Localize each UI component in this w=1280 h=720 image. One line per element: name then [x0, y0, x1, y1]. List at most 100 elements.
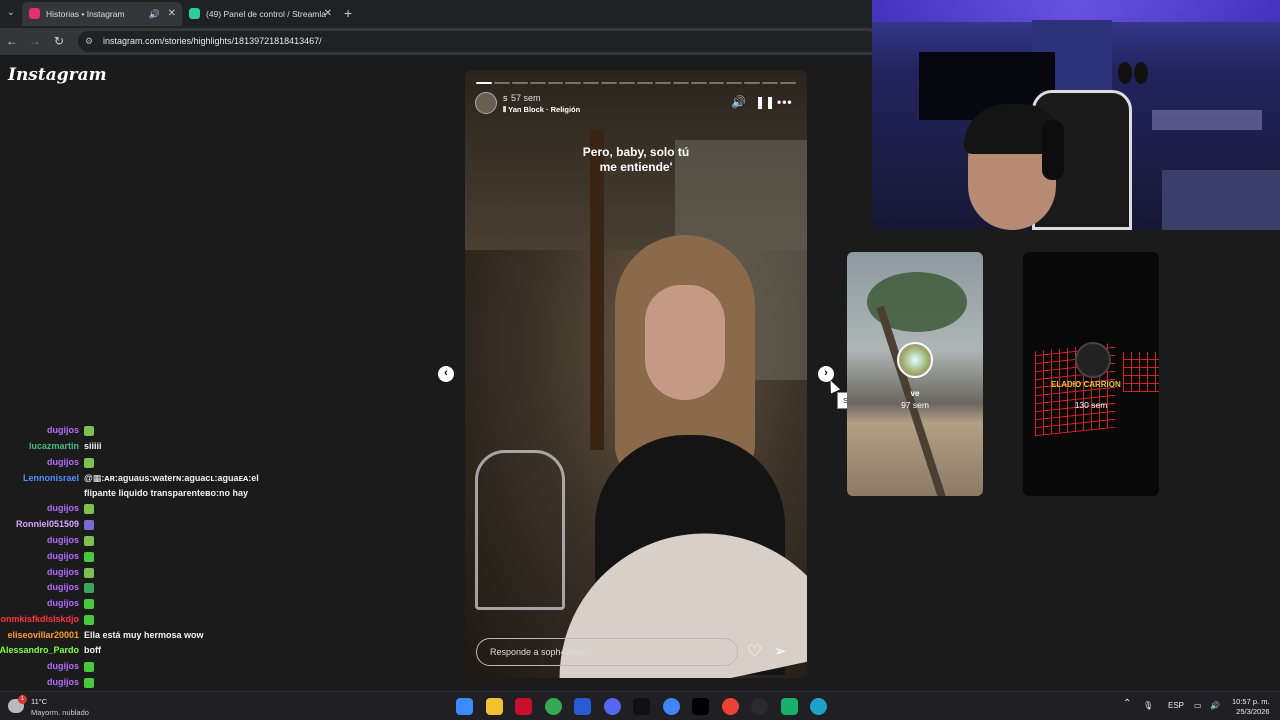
- chrome-3-icon[interactable]: [721, 698, 739, 715]
- chat-text: @▦:ᴀʀ:aguaus:waterɴ:aguacʟ:aguaᴇᴀ:el: [84, 472, 259, 484]
- chat-username[interactable]: dugijos: [47, 660, 79, 672]
- site-settings-icon[interactable]: ⚙: [85, 36, 93, 47]
- caption-line-2: me entiende': [599, 160, 673, 174]
- chat-emote-icon: [84, 535, 94, 546]
- forward-arrow-icon[interactable]: →: [27, 33, 43, 49]
- previous-story-chevron-icon[interactable]: ‹: [438, 366, 454, 382]
- chat-text: [84, 581, 94, 593]
- progress-segment: [476, 82, 492, 84]
- chat-text: Ella está muy hermosa wow: [84, 629, 204, 641]
- chat-username[interactable]: Lennonisrael: [23, 472, 79, 484]
- progress-segment: [637, 82, 653, 84]
- chat-message-text: Ella está muy hermosa wow: [84, 630, 204, 640]
- progress-segment: [690, 82, 707, 84]
- speaker-icon[interactable]: 🔊: [149, 2, 160, 26]
- pause-icon[interactable]: ❚❚: [755, 95, 775, 109]
- volume-icon[interactable]: 🔊: [731, 95, 746, 109]
- chat-username[interactable]: onmkisfkdlslskdjo: [0, 613, 79, 625]
- progress-segment: [762, 82, 779, 84]
- send-icon[interactable]: ➢: [774, 642, 787, 660]
- volume-tray-icon[interactable]: 🔊: [1210, 701, 1220, 710]
- more-options-icon[interactable]: •••: [777, 95, 793, 109]
- weather-description[interactable]: Mayorm. nublado: [31, 708, 89, 717]
- chat-message-text: siiiii: [84, 441, 102, 451]
- progress-segment: [780, 82, 797, 84]
- chat-text: boff: [84, 644, 101, 656]
- chat-username[interactable]: dugijos: [47, 456, 79, 468]
- preview-avatar: [897, 342, 933, 378]
- chat-username[interactable]: dugijos: [47, 581, 79, 593]
- chat-message-text: boff: [84, 645, 101, 655]
- chat-username[interactable]: dugijos: [47, 566, 79, 578]
- new-tab-button[interactable]: +: [344, 4, 352, 22]
- chat-emote-icon: [84, 519, 94, 530]
- acrobat-icon[interactable]: [515, 698, 532, 715]
- system-clock[interactable]: 10:57 p. m. 25/3/2026: [1232, 697, 1270, 717]
- instagram-logo[interactable]: Instagram: [8, 65, 107, 85]
- chat-username[interactable]: lucazmartin: [29, 440, 79, 452]
- progress-segment: [601, 82, 618, 84]
- chrome-icon[interactable]: [544, 698, 562, 715]
- url-text: instagram.com/stories/highlights/1813972…: [103, 36, 322, 46]
- chat-username[interactable]: dugijos: [47, 550, 79, 562]
- chat-emote-icon: [84, 567, 94, 578]
- url-field[interactable]: ⚙ instagram.com/stories/highlights/18139…: [78, 31, 878, 52]
- app-blue-icon[interactable]: [574, 698, 591, 715]
- chat-text: flipante liquido transparenteʙᴏ:no hay: [84, 487, 248, 499]
- weather-temperature[interactable]: 11°C: [31, 697, 47, 706]
- capcut-icon[interactable]: [633, 698, 650, 715]
- chat-text: [84, 613, 94, 625]
- chat-username[interactable]: dugijos: [47, 502, 79, 514]
- story-music[interactable]: ⫴ Yan Block · Religión: [503, 105, 580, 115]
- tab-streamlabs[interactable]: (49) Panel de control / Streamla ✕: [182, 2, 338, 26]
- tab-search-chevron-icon[interactable]: ⌄: [2, 4, 20, 22]
- app-green-icon[interactable]: [780, 698, 798, 715]
- chat-username[interactable]: dugijos: [47, 597, 79, 609]
- tab-instagram[interactable]: Historias • Instagram 🔊 ✕: [22, 2, 182, 26]
- language-indicator[interactable]: ESP: [1168, 701, 1184, 710]
- close-tab-icon[interactable]: ✕: [324, 2, 332, 26]
- monitor-icon[interactable]: ▭: [1194, 701, 1202, 710]
- edge-icon[interactable]: [810, 698, 827, 715]
- show-hidden-icons-chevron-icon[interactable]: ⌃: [1123, 698, 1131, 709]
- story-preview-tile[interactable]: ELADIO CARRION 130 sem: [1023, 252, 1159, 496]
- progress-segment: [493, 82, 510, 84]
- story-viewer[interactable]: s 57 sem ⫴ Yan Block · Religión 🔊 ❚❚ •••…: [465, 70, 807, 678]
- story-avatar[interactable]: [475, 92, 497, 114]
- story-time: 57 sem: [511, 93, 541, 103]
- microphone-icon[interactable]: 🎙: [1143, 701, 1153, 710]
- windows-start-icon[interactable]: [456, 698, 473, 715]
- close-tab-icon[interactable]: ✕: [168, 2, 176, 26]
- clock-time: 10:57 p. m.: [1232, 697, 1270, 706]
- tiktok-icon[interactable]: [692, 698, 709, 715]
- chrome-2-icon[interactable]: [662, 698, 680, 715]
- chat-username[interactable]: dugijos: [47, 424, 79, 436]
- like-heart-icon[interactable]: ♡: [747, 642, 762, 662]
- preview-time: 130 sem: [1074, 400, 1108, 410]
- chat-username[interactable]: Ronniel051509: [16, 518, 79, 530]
- chat-emote-icon: [84, 503, 94, 514]
- chat-username[interactable]: dugijos: [47, 534, 79, 546]
- discord-icon[interactable]: [603, 698, 621, 715]
- chat-emote-icon: [84, 614, 94, 625]
- story-caption: Pero, baby, solo tú me entiende': [465, 145, 807, 175]
- chat-username[interactable]: dugijos: [47, 676, 79, 688]
- file-explorer-icon[interactable]: [485, 698, 503, 715]
- progress-segment: [565, 82, 582, 84]
- chat-username[interactable]: eliseovillar20001: [7, 629, 79, 641]
- story-preview-tile[interactable]: ve 97 sem: [847, 252, 983, 496]
- story-username[interactable]: s: [503, 93, 508, 103]
- clock-date: 25/3/2026: [1236, 707, 1270, 716]
- tab-title: (49) Panel de control / Streamla: [206, 9, 327, 19]
- game-app-icon[interactable]: [751, 698, 768, 715]
- chat-message-text: @▦:ᴀʀ:aguaus:waterɴ:aguacʟ:aguaᴇᴀ:el: [84, 473, 259, 483]
- weather-badge: 1: [18, 695, 27, 704]
- progress-segment: [744, 82, 761, 84]
- reply-input[interactable]: Responde a soph4acym...: [476, 638, 738, 666]
- progress-segment: [583, 82, 600, 84]
- webcam-overlay: [872, 0, 1280, 230]
- story-chair: [475, 450, 565, 610]
- chat-username[interactable]: Alessandro_Pardo: [0, 644, 79, 656]
- reload-icon[interactable]: ↻: [51, 33, 67, 49]
- back-arrow-icon[interactable]: ←: [4, 33, 20, 49]
